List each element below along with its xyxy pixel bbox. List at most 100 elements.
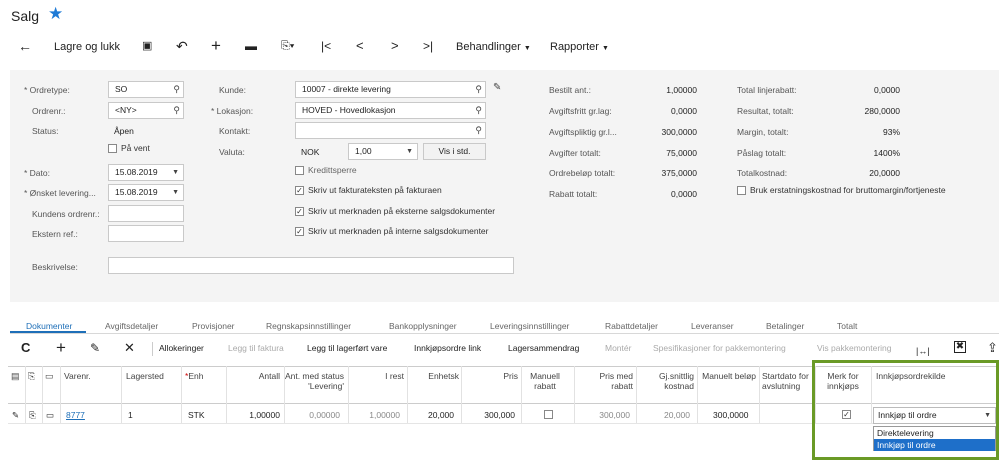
ordernr-field[interactable]: <NY> ⚲ [108,102,184,119]
delete-row-icon[interactable]: ✕ [124,340,135,356]
ordertype-field[interactable]: SO ⚲ [108,81,184,98]
col-price-with-discount[interactable]: Pris med rabatt [583,371,633,391]
col-price[interactable]: Pris [468,371,518,381]
search-icon[interactable]: ⚲ [173,82,180,97]
col-warehouse[interactable]: Lagersted [126,371,164,381]
chevron-down-icon[interactable]: ▼ [172,165,179,180]
manual-amount-cell[interactable]: 300,0000 [713,410,748,420]
allocations-button[interactable]: Allokeringer [159,343,204,353]
print-invoice-checkbox[interactable]: ✓ [295,186,304,195]
col-start-date[interactable]: Startdato for avslutning [762,371,810,391]
warehouse-cell[interactable]: 1 [128,410,133,420]
back-icon[interactable]: ← [18,38,32,54]
copy-paste-icon[interactable]: ⎘▾ [281,38,294,54]
stock-summary-button[interactable]: Lagersammendrag [508,343,579,353]
chevron-down-icon[interactable]: ▼ [406,144,413,159]
price-cell[interactable]: 300,000 [464,410,515,420]
col-avg-cost[interactable]: Gj.snittlig kostnad [640,371,694,391]
date-value: 15.08.2019 [115,167,158,177]
add-stock-item-button[interactable]: Legg til lagerført vare [307,343,387,353]
rate-field[interactable]: 1,00 ▼ [348,143,418,160]
qty-cell[interactable]: 1,00000 [230,410,280,420]
print-external-checkbox[interactable]: ✓ [295,207,304,216]
assemble-button[interactable]: Montér [605,343,631,353]
delete-icon[interactable]: ▬ [245,38,257,54]
col-qty[interactable]: Antall [230,371,280,381]
requested-date-field[interactable]: 15.08.2019 ▼ [108,184,184,201]
ordertype-label: Ordretype: [24,84,70,96]
search-icon[interactable]: ⚲ [475,123,482,138]
uom-cell[interactable]: STK [188,410,205,420]
fit-columns-icon[interactable]: |↔| [916,343,930,359]
tab-documents[interactable]: Dokumenter [26,321,72,331]
on-hold-checkbox[interactable] [108,144,117,153]
tab-totals[interactable]: Totalt [837,321,857,331]
description-field[interactable] [108,257,514,274]
upload-icon[interactable]: ⇪ [987,340,998,356]
credit-hold-label: Kredittsperre [308,165,357,175]
excel-export-icon[interactable]: ✖ [954,341,966,353]
search-icon[interactable]: ⚲ [475,103,482,118]
edit-icon[interactable]: ✎ [90,340,100,356]
col-shipped-qty[interactable]: Ant. med status 'Levering' [284,371,344,391]
previous-record-icon[interactable]: < [356,38,364,54]
add-icon[interactable]: + [211,37,221,54]
date-field[interactable]: 15.08.2019 ▼ [108,164,184,181]
contact-field[interactable]: ⚲ [295,122,486,139]
replacement-cost-checkbox[interactable] [737,186,746,195]
edit-icon[interactable]: ✎ [12,410,19,420]
location-field[interactable]: HOVED - Hovedlokasjon ⚲ [295,102,486,119]
tab-bank-info[interactable]: Bankopplysninger [389,321,457,331]
external-ref-field[interactable] [108,225,184,242]
next-record-icon[interactable]: > [391,38,399,54]
save-close-button[interactable]: Lagre og lukk [54,39,120,55]
col-item[interactable]: Varenr. [64,371,91,381]
actions-menu[interactable]: Behandlinger ▼ [456,39,531,57]
kit-specs-button[interactable]: Spesifikasjoner for pakkemontering [653,343,786,353]
document-icon[interactable]: ▭ [46,410,54,420]
search-icon[interactable]: ⚲ [173,103,180,118]
tab-payments[interactable]: Betalinger [766,321,804,331]
show-kit-button[interactable]: Vis pakkemontering [817,343,892,353]
add-invoice-button[interactable]: Legg til faktura [228,343,284,353]
manual-discount-checkbox[interactable] [544,410,553,419]
tab-tax-details[interactable]: Avgiftsdetaljer [105,321,158,331]
item-link[interactable]: 8777 [66,410,85,420]
customer-order-field[interactable] [108,205,184,222]
col-unit[interactable]: Enhetsk [410,371,459,381]
po-link-button[interactable]: Innkjøpsordre link [414,343,481,353]
save-icon[interactable]: ▣ [142,38,152,54]
star-icon[interactable]: ★ [48,5,63,22]
col-manual-discount[interactable]: Manuell rabatt [524,371,566,391]
edit-icon[interactable]: ✎ [493,82,501,93]
customer-field[interactable]: 10007 - direkte levering ⚲ [295,81,486,98]
order-total-value: 375,0000 [661,168,697,178]
add-row-icon[interactable]: + [56,339,66,356]
col-uom[interactable]: *Enh [185,371,203,381]
col-remaining[interactable]: I rest [354,371,404,381]
tab-shipments[interactable]: Leveranser [691,321,734,331]
tab-discount-details[interactable]: Rabattdetaljer [605,321,658,331]
page-title: Salg [11,8,40,24]
undo-icon[interactable]: ↶ [176,38,188,54]
attachment-column-icon: ⎘ [28,371,36,381]
last-record-icon[interactable]: >| [423,38,433,54]
margin-label: Margin, totalt: [737,127,789,137]
unit-cell[interactable]: 20,000 [408,410,454,420]
external-ref-label: Ekstern ref.: [32,229,78,239]
print-internal-checkbox[interactable]: ✓ [295,227,304,236]
tab-accounting-settings[interactable]: Regnskapsinnstillinger [266,321,351,331]
col-manual-amount[interactable]: Manuelt beløp [701,371,756,381]
discount-total-value: 0,0000 [671,189,697,199]
print-internal-label: Skriv ut merknaden på interne salgsdokum… [308,226,489,236]
attachment-icon[interactable]: ⎘ [29,410,36,420]
reports-menu[interactable]: Rapporter ▼ [550,39,609,57]
refresh-icon[interactable]: C [21,340,30,356]
search-icon[interactable]: ⚲ [475,82,482,97]
tab-commissions[interactable]: Provisjoner [192,321,235,331]
chevron-down-icon[interactable]: ▼ [172,185,179,200]
tab-delivery-settings[interactable]: Leveringsinnstillinger [490,321,569,331]
ordertype-value: SO [115,84,128,94]
view-base-button[interactable]: Vis i std. [423,143,486,160]
first-record-icon[interactable]: |< [321,38,331,54]
